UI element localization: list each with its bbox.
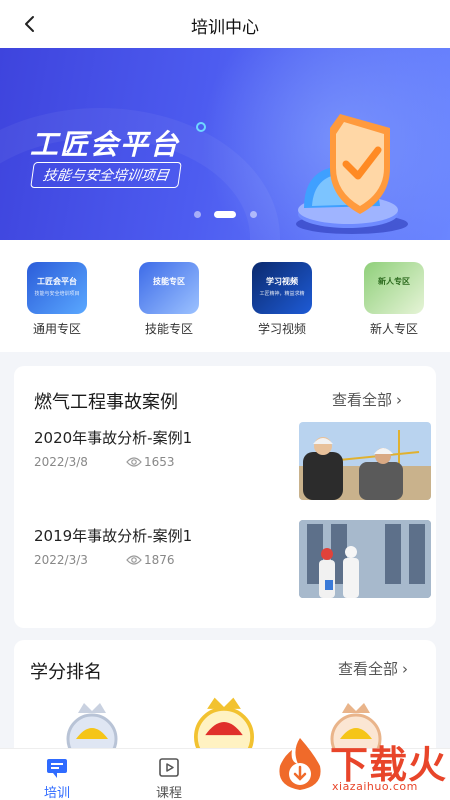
tab-label: 培训 [43,786,70,800]
site-watermark: 下载火 xiazaihuo.com [266,728,450,800]
tab-training[interactable]: 培训 [27,755,87,800]
eye-icon [126,555,142,565]
category-grid: 工匠会平台 技能与安全培训项目 通用专区 技能专区 技能专区 学习视频 工匠精神… [0,240,450,352]
accident-cases-card: 燃气工程事故案例 查看全部 › 2020年事故分析-案例1 2022/3/8 16… [14,366,436,628]
flame-logo-icon [279,738,321,790]
tab-courses[interactable]: 课程 [139,755,199,800]
tab-label: 课程 [155,786,182,800]
rank-2-avatar[interactable] [50,695,134,755]
case-thumbnail [299,520,431,598]
chat-bubble-icon [47,759,67,778]
category-general[interactable]: 工匠会平台 技能与安全培训项目 通用专区 [12,262,102,342]
section-title: 燃气工程事故案例 [34,392,178,413]
category-tile: 学习视频 工匠精神，精益求精 [252,262,312,314]
video-play-icon [159,758,179,777]
chevron-right-icon: › [396,391,403,409]
case-date: 2022/3/3 [34,553,88,567]
tile-title: 技能专区 [153,277,185,286]
category-label: 学习视频 [257,322,306,336]
view-all-label: 查看全部 [332,391,393,409]
top-bar: 培训中心 [0,0,450,48]
banner-subtitle: 技能与安全培训项目 [30,162,182,188]
watermark-url: xiazaihuo.com [332,780,418,793]
helmet-shield-icon [296,114,408,234]
carousel-indicator [190,209,260,219]
eye-icon [126,457,142,467]
view-count-value: 1876 [144,553,175,567]
tile-subtitle: 技能与安全培训项目 [34,291,80,297]
case-title: 2020年事故分析-案例1 [34,429,193,447]
banner-ring-icon [196,122,206,132]
case-thumbnail [299,422,431,500]
category-label: 通用专区 [32,322,81,336]
carousel-dot[interactable] [250,211,257,218]
tile-title: 工匠会平台 [37,277,77,286]
promo-banner[interactable]: 工匠会平台 技能与安全培训项目 [0,48,450,240]
case-title: 2019年事故分析-案例1 [34,527,193,545]
case-date: 2022/3/8 [34,455,88,469]
tile-title: 学习视频 [266,277,298,286]
category-tile: 技能专区 [139,262,199,314]
view-all-cases-link[interactable]: 查看全部 › [332,389,402,410]
rank-1-avatar[interactable] [174,692,274,752]
tile-title: 新人专区 [378,277,410,286]
category-videos[interactable]: 学习视频 工匠精神，精益求精 学习视频 [237,262,327,342]
case-item[interactable]: 2019年事故分析-案例1 2022/3/3 1876 [34,520,434,604]
category-tile: 工匠会平台 技能与安全培训项目 [27,262,87,314]
section-title: 学分排名 [30,662,102,683]
category-label: 新人专区 [369,322,418,336]
view-all-label: 查看全部 [338,660,399,678]
chevron-right-icon: › [402,660,409,678]
view-count: 1876 [126,553,175,567]
tile-subtitle: 工匠精神，精益求精 [259,291,305,297]
category-tile: 新人专区 [364,262,424,314]
view-all-ranking-link[interactable]: 查看全部 › [338,658,408,679]
view-count-value: 1653 [144,455,175,469]
carousel-dot[interactable] [194,211,201,218]
category-label: 技能专区 [144,322,193,336]
page-title: 培训中心 [191,18,259,38]
category-skills[interactable]: 技能专区 技能专区 [124,262,214,342]
case-item[interactable]: 2020年事故分析-案例1 2022/3/8 1653 [34,422,434,506]
view-count: 1653 [126,455,175,469]
banner-title: 工匠会平台 [30,128,181,161]
category-newcomer[interactable]: 新人专区 新人专区 [349,262,439,342]
carousel-dot-active[interactable] [214,211,236,218]
